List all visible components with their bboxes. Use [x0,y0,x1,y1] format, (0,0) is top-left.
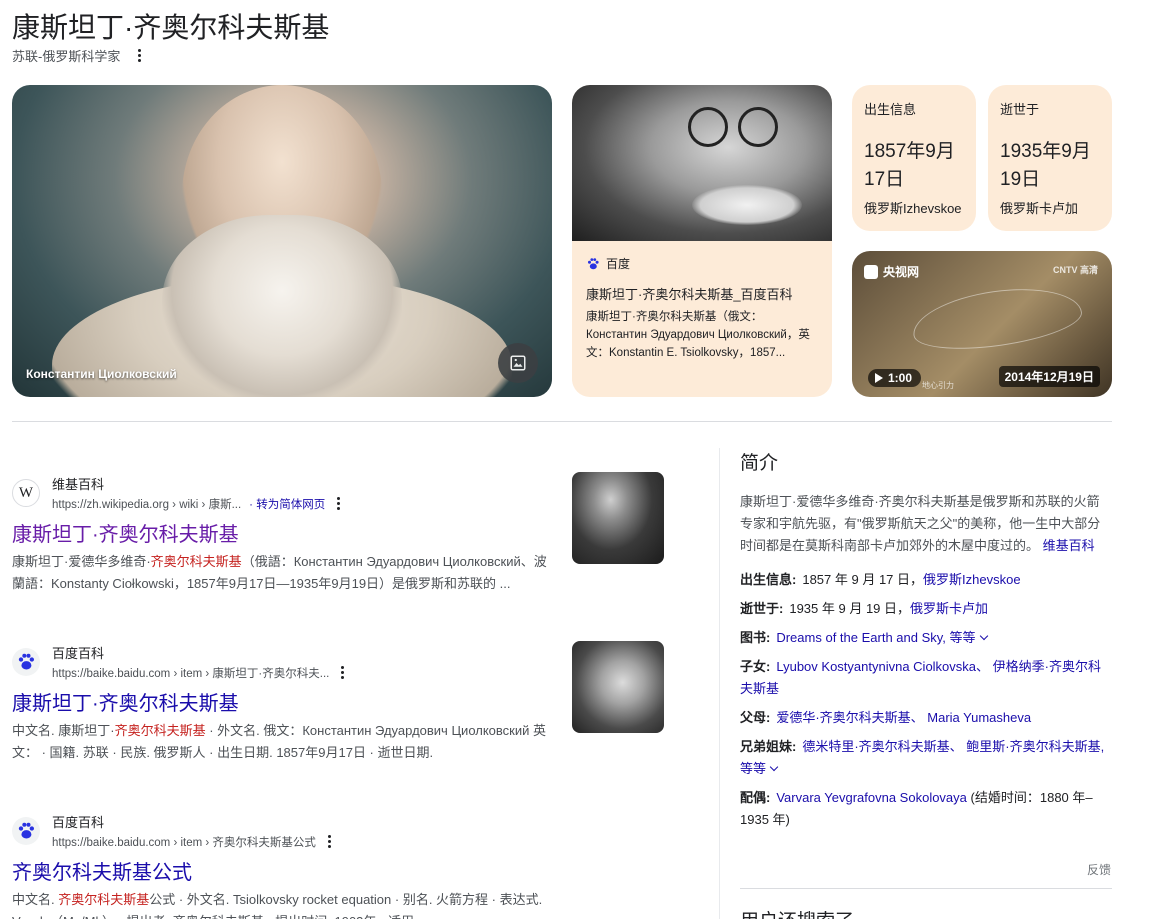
death-place: 俄罗斯卡卢加 [1000,201,1079,216]
kp-spouse-link[interactable]: Varvara Yevgrafovna Sokolovaya [776,790,967,805]
kp-children-link[interactable]: Lyubov Kostyantynivna Ciolkovska、 伊格纳季·齐… [740,659,1101,696]
baidu-card-title[interactable]: 康斯坦丁·齐奥尔科夫斯基_百度百科 [586,284,818,303]
result-1-thumbnail[interactable] [572,472,664,564]
translate-link[interactable]: · 转为简体网页 [249,496,325,512]
result-url: https://baike.baidu.com › item › 齐奥尔科夫斯基… [52,836,316,849]
search-result-1: W 维基百科 https://zh.wikipedia.org › wiki ›… [12,474,552,595]
rocket-sketch [908,279,1085,358]
result-title-link[interactable]: 齐奥尔科夫斯基公式 [12,856,552,885]
baidu-card-photo [572,85,832,241]
feedback-link[interactable]: 反馈 [1087,861,1111,878]
result-title-link[interactable]: 康斯坦丁·齐奥尔科夫斯基 [12,518,552,547]
birth-label: 出生信息 [864,102,917,117]
wikipedia-icon: W [12,479,40,507]
video-duration: 1:00 [868,369,922,387]
hero-image-beard [162,215,402,397]
kp-source-link[interactable]: 维基百科 [1043,538,1095,553]
baidu-baike-icon [12,648,40,676]
kp-death-place-link[interactable]: 俄罗斯卡卢加 [910,601,988,616]
kp-row-birth: 出生信息: 1857 年 9 月 17 日，俄罗斯Izhevskoe [740,572,1021,587]
result-url: https://baike.baidu.com › item › 康斯坦丁·齐奥… [52,667,330,680]
section-divider [12,421,1112,422]
kp-row-books: 图书: Dreams of the Earth and Sky, 等等 [740,627,1112,649]
baidu-card[interactable]: 百度 康斯坦丁·齐奥尔科夫斯基_百度百科 康斯坦丁·齐奥尔科夫斯基（俄文：Кон… [572,85,832,397]
subtitle-row: 苏联-俄罗斯科学家 [12,46,145,65]
death-info-tile[interactable]: 逝世于 1935年9月19日 俄罗斯卡卢加 [988,85,1112,231]
kp-row-siblings: 兄弟姐妹: 德米特里·齐奥尔科夫斯基、 鲍里斯·齐奥尔科夫斯基, 等等 [740,739,1105,776]
hero-caption: Константин Циолковский [26,367,177,381]
video-source: 央视网 [864,263,919,280]
result-url: https://zh.wikipedia.org › wiki › 康斯... [52,498,242,511]
death-date: 1935年9月19日 [1000,141,1091,190]
video-tile[interactable]: 央视网 CNTV 高清 地心引力 1:00 2014年12月19日 [852,251,1112,397]
baidu-paw-icon [587,257,599,269]
cctv-icon [864,264,878,279]
death-label: 逝世于 [1000,102,1040,117]
image-icon [510,355,526,371]
kp-birth-place-link[interactable]: 俄罗斯Izhevskoe [923,572,1021,587]
baidu-card-snippet: 康斯坦丁·齐奥尔科夫斯基（俄文：Константин Эдуардович Ци… [586,311,810,359]
birth-date: 1857年9月17日 [864,141,955,190]
image-view-button[interactable] [498,343,538,383]
birth-place: 俄罗斯Izhevskoe [864,201,962,216]
result-more-icon[interactable] [337,664,348,681]
cntv-watermark: CNTV 高清 [1052,265,1098,275]
chevron-down-icon[interactable] [979,631,988,641]
entity-subtitle: 苏联-俄罗斯科学家 [12,49,121,64]
kp-books-link[interactable]: Dreams of the Earth and Sky, 等等 [776,630,975,645]
kp-row-parents: 父母: 爱德华·齐奥尔科夫斯基、 Maria Yumasheva [740,710,1032,725]
result-title-link[interactable]: 康斯坦丁·齐奥尔科夫斯基 [12,687,552,716]
video-date: 2014年12月19日 [998,366,1100,387]
kp-parents-link[interactable]: 爱德华·齐奥尔科夫斯基、 Maria Yumasheva [776,710,1031,725]
knowledge-panel: 简介 康斯坦丁·爱德华多维奇·齐奥尔科夫斯基是俄罗斯和苏联的火箭专家和宇航先驱，… [740,448,1112,831]
kp-heading: 简介 [740,453,779,474]
related-searches-heading: 用户还搜索了 [740,906,854,919]
kp-row-death: 逝世于: 1935 年 9 月 19 日，俄罗斯卡卢加 [740,601,989,616]
kp-description: 康斯坦丁·爱德华多维奇·齐奥尔科夫斯基是俄罗斯和苏联的火箭专家和宇航先驱，有"俄… [740,494,1101,553]
birth-info-tile[interactable]: 出生信息 1857年9月17日 俄罗斯Izhevskoe [852,85,976,231]
video-overlay-text: 地心引力 [922,381,954,390]
result-snippet: 中文名. 齐奥尔科夫斯基公式 · 外文名. Tsiolkovsky rocket… [12,892,543,919]
search-result-2: 百度百科 https://baike.baidu.com › item › 康斯… [12,643,552,764]
play-icon [875,373,883,383]
search-result-3: 百度百科 https://baike.baidu.com › item › 齐奥… [12,812,552,919]
result-snippet: 康斯坦丁·爱德华多维奇·齐奥尔科夫斯基（俄語：Константин Эдуард… [12,554,547,591]
baidu-card-source: 百度 [606,257,631,271]
kp-row-children: 子女: Lyubov Kostyantynivna Ciolkovska、 伊格纳… [740,659,1101,696]
page-title: 康斯坦丁·齐奥尔科夫斯基 [12,12,330,43]
hero-image[interactable]: Константин Циолковский [12,85,552,397]
result-2-thumbnail[interactable] [572,641,664,733]
chevron-down-icon[interactable] [769,762,779,772]
column-divider [719,448,720,919]
result-snippet: 中文名. 康斯坦丁·齐奥尔科夫斯基 · 外文名. 俄文：Константин Э… [12,723,546,760]
more-options-icon[interactable] [134,47,145,64]
result-more-icon[interactable] [324,833,335,850]
result-site-name: 维基百科 [52,477,105,492]
kp-divider [740,888,1112,889]
result-more-icon[interactable] [333,495,344,512]
kp-row-spouse: 配偶: Varvara Yevgrafovna Sokolovaya (结婚时间：… [740,790,1093,827]
baidu-baike-icon [12,817,40,845]
result-site-name: 百度百科 [52,646,105,661]
result-site-name: 百度百科 [52,815,105,830]
